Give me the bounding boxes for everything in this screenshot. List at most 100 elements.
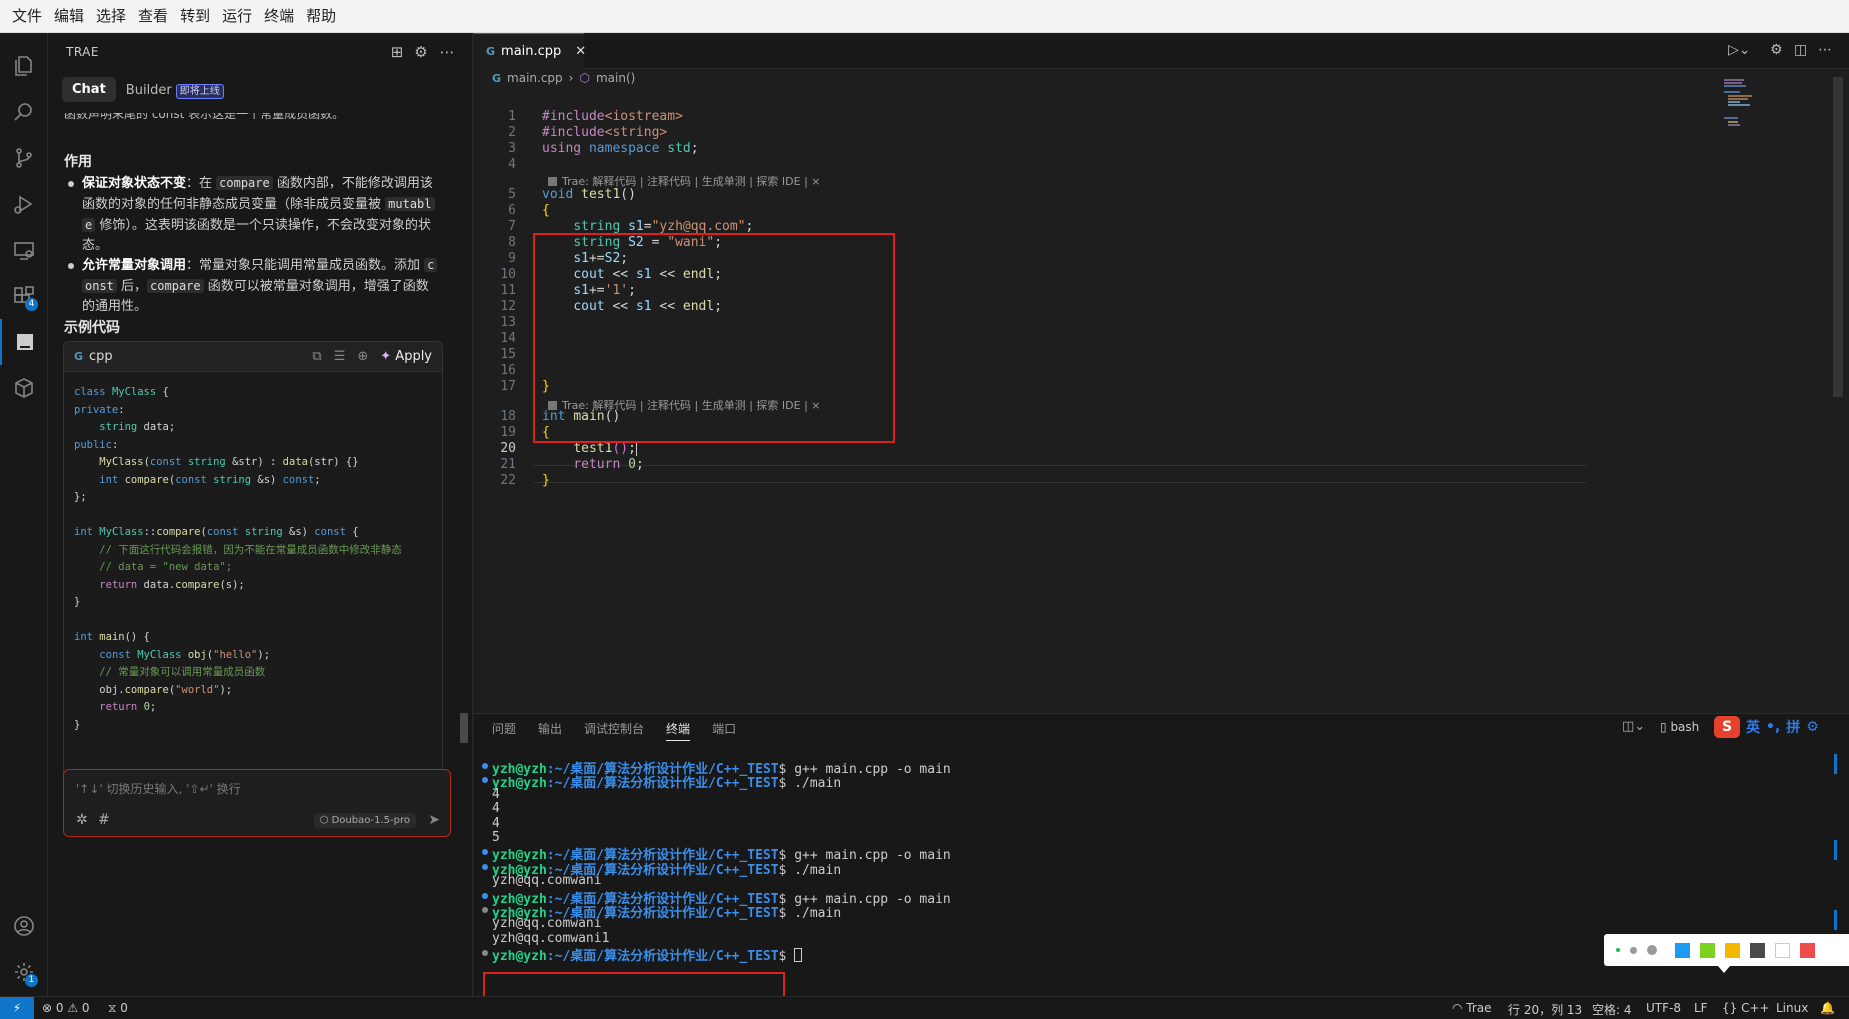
command-decoration-icon[interactable]	[482, 907, 488, 913]
breadcrumb-symbol[interactable]: main()	[596, 71, 635, 85]
tab-terminal[interactable]: 终端	[666, 720, 691, 741]
remote-icon[interactable]: ⚡	[0, 997, 34, 1019]
tab-ports[interactable]: 端口	[712, 720, 736, 741]
gear-icon[interactable]: ⚙	[1770, 42, 1783, 58]
ime-lang[interactable]: 英	[1746, 717, 1760, 737]
heading-effect: 作用	[64, 154, 92, 170]
cursor-position[interactable]: 行 20，列 13	[1508, 1001, 1582, 1018]
remote-explorer-icon[interactable]	[0, 227, 48, 273]
menu-edit[interactable]: 编辑	[48, 0, 90, 33]
code-line[interactable]: void test1()	[542, 187, 636, 202]
insert-icon[interactable]: ☰	[334, 349, 346, 364]
code-line[interactable]: #include<iostream>	[542, 109, 683, 124]
encoding[interactable]: UTF-8	[1646, 1001, 1681, 1015]
trae-status[interactable]: ◠ Trae	[1452, 1001, 1492, 1015]
run-debug-icon[interactable]	[0, 181, 48, 227]
code-line[interactable]: using namespace std;	[542, 141, 699, 156]
menu-help[interactable]: 帮助	[300, 0, 342, 33]
ime-toolbar[interactable]: S 英 •, 拼 ⚙	[1714, 714, 1819, 740]
color-swatch-red[interactable]	[1800, 942, 1815, 958]
sparkle-icon: ✦	[380, 349, 392, 364]
new-file-icon[interactable]: ⊕	[357, 349, 368, 364]
split-terminal-icon[interactable]: ◫⌄	[1622, 719, 1645, 734]
editor-tab-bar: G main.cpp ✕ ▷⌄ ⚙ ◫ ⋯	[474, 33, 1849, 69]
explorer-icon[interactable]	[0, 43, 48, 89]
command-decoration-icon[interactable]	[482, 777, 488, 784]
size-dot-medium[interactable]	[1630, 946, 1637, 954]
color-swatch-yellow[interactable]	[1725, 942, 1740, 958]
close-icon[interactable]: ✕	[575, 44, 586, 59]
breadcrumb-file[interactable]: main.cpp	[507, 71, 563, 85]
eol[interactable]: LF	[1694, 1001, 1708, 1015]
code-line[interactable]: #include<string>	[542, 125, 667, 140]
terminal-output-line: yzh@qq.comwani1	[492, 931, 609, 946]
indentation[interactable]: 空格: 4	[1592, 1001, 1632, 1018]
bell-icon[interactable]: 🔔	[1820, 1001, 1835, 1015]
problems-status[interactable]: ⊗ 0 ⚠ 0	[42, 1001, 90, 1015]
codelens[interactable]: Trae: 解释代码 | 注释代码 | 生成单测 | 探索 IDE | ×	[548, 173, 821, 189]
ime-mode[interactable]: 拼	[1786, 717, 1800, 737]
tab-builder-label: Builder	[125, 82, 172, 98]
color-swatch-gray[interactable]	[1750, 942, 1765, 958]
more-icon[interactable]: ⋯	[1818, 42, 1832, 58]
chat-input[interactable]: '↑↓' 切换历史输入, '⇧↵' 换行 ✲ # ⬡ Doubao-1.5-pr…	[63, 769, 451, 837]
code-line[interactable]: string s1="yzh@qq.com";	[542, 219, 753, 234]
package-icon[interactable]	[0, 365, 48, 411]
run-icon[interactable]: ▷⌄	[1728, 42, 1751, 58]
account-icon[interactable]	[0, 903, 48, 949]
tab-debug-console[interactable]: 调试控制台	[584, 720, 644, 741]
more-icon[interactable]: ⋯	[438, 43, 456, 61]
source-control-icon[interactable]	[0, 135, 48, 181]
size-dot-small[interactable]	[1616, 948, 1620, 952]
terminal-output: yzh@qq.comwani	[492, 916, 602, 932]
terminal-shell[interactable]: ▯ bash	[1660, 720, 1699, 734]
language-mode[interactable]: {} C++	[1722, 1001, 1770, 1015]
hash-icon[interactable]: #	[98, 812, 110, 828]
tab-output[interactable]: 输出	[538, 720, 562, 741]
code-line[interactable]: }	[542, 473, 550, 488]
sidebar-scrollbar[interactable]	[460, 713, 468, 743]
size-dot-large[interactable]	[1647, 945, 1657, 955]
menu-view[interactable]: 查看	[132, 0, 174, 33]
menu-selection[interactable]: 选择	[90, 0, 132, 33]
trae-chat-icon[interactable]	[0, 319, 48, 365]
tab-main-cpp[interactable]: G main.cpp ✕	[474, 33, 586, 69]
sidebar-tabs: Chat Builder 即将上线	[62, 77, 224, 102]
command-decoration-icon[interactable]	[482, 863, 488, 870]
ime-punct-icon[interactable]: •,	[1766, 719, 1780, 735]
line-number: 14	[500, 331, 516, 346]
model-selector[interactable]: ⬡ Doubao-1.5-pro	[313, 813, 416, 828]
ports-status[interactable]: ⧖ 0	[108, 1001, 128, 1016]
tab-builder[interactable]: Builder 即将上线	[125, 82, 224, 99]
copy-icon[interactable]: ⧉	[312, 349, 321, 364]
color-swatch-blue[interactable]	[1675, 942, 1690, 958]
code-line[interactable]: return 0;	[542, 457, 643, 472]
scroll-marker	[1834, 840, 1837, 860]
code-line[interactable]: {	[542, 203, 550, 218]
manage-gear-icon[interactable]: 1	[0, 949, 48, 995]
minimap[interactable]	[1722, 77, 1782, 137]
split-editor-icon[interactable]: ◫	[1794, 42, 1807, 58]
settings-icon[interactable]: ⚙	[412, 43, 430, 61]
color-swatch-green[interactable]	[1700, 942, 1715, 958]
color-swatch-white[interactable]	[1775, 942, 1790, 958]
sparkle-icon[interactable]: ✲	[76, 812, 88, 828]
apply-button[interactable]: ✦ Apply	[380, 349, 432, 364]
command-decoration-icon[interactable]	[482, 763, 488, 769]
extensions-icon[interactable]: 4	[0, 273, 48, 319]
menu-file[interactable]: 文件	[6, 0, 48, 33]
command-decoration-icon[interactable]	[482, 892, 488, 899]
search-icon[interactable]	[0, 89, 48, 135]
send-icon[interactable]: ➤	[428, 812, 440, 828]
ime-settings-icon[interactable]: ⚙	[1806, 719, 1819, 735]
menu-go[interactable]: 转到	[174, 0, 216, 33]
menu-run[interactable]: 运行	[216, 0, 258, 33]
command-decoration-icon[interactable]	[482, 950, 488, 957]
code-line[interactable]: test1();	[542, 441, 637, 456]
menu-terminal[interactable]: 终端	[258, 0, 300, 33]
tab-chat[interactable]: Chat	[62, 77, 116, 102]
editor-scrollbar[interactable]	[1833, 77, 1843, 397]
tab-problems[interactable]: 问题	[492, 720, 516, 741]
command-decoration-icon[interactable]	[482, 849, 488, 856]
new-chat-icon[interactable]: ⊞	[388, 43, 406, 61]
